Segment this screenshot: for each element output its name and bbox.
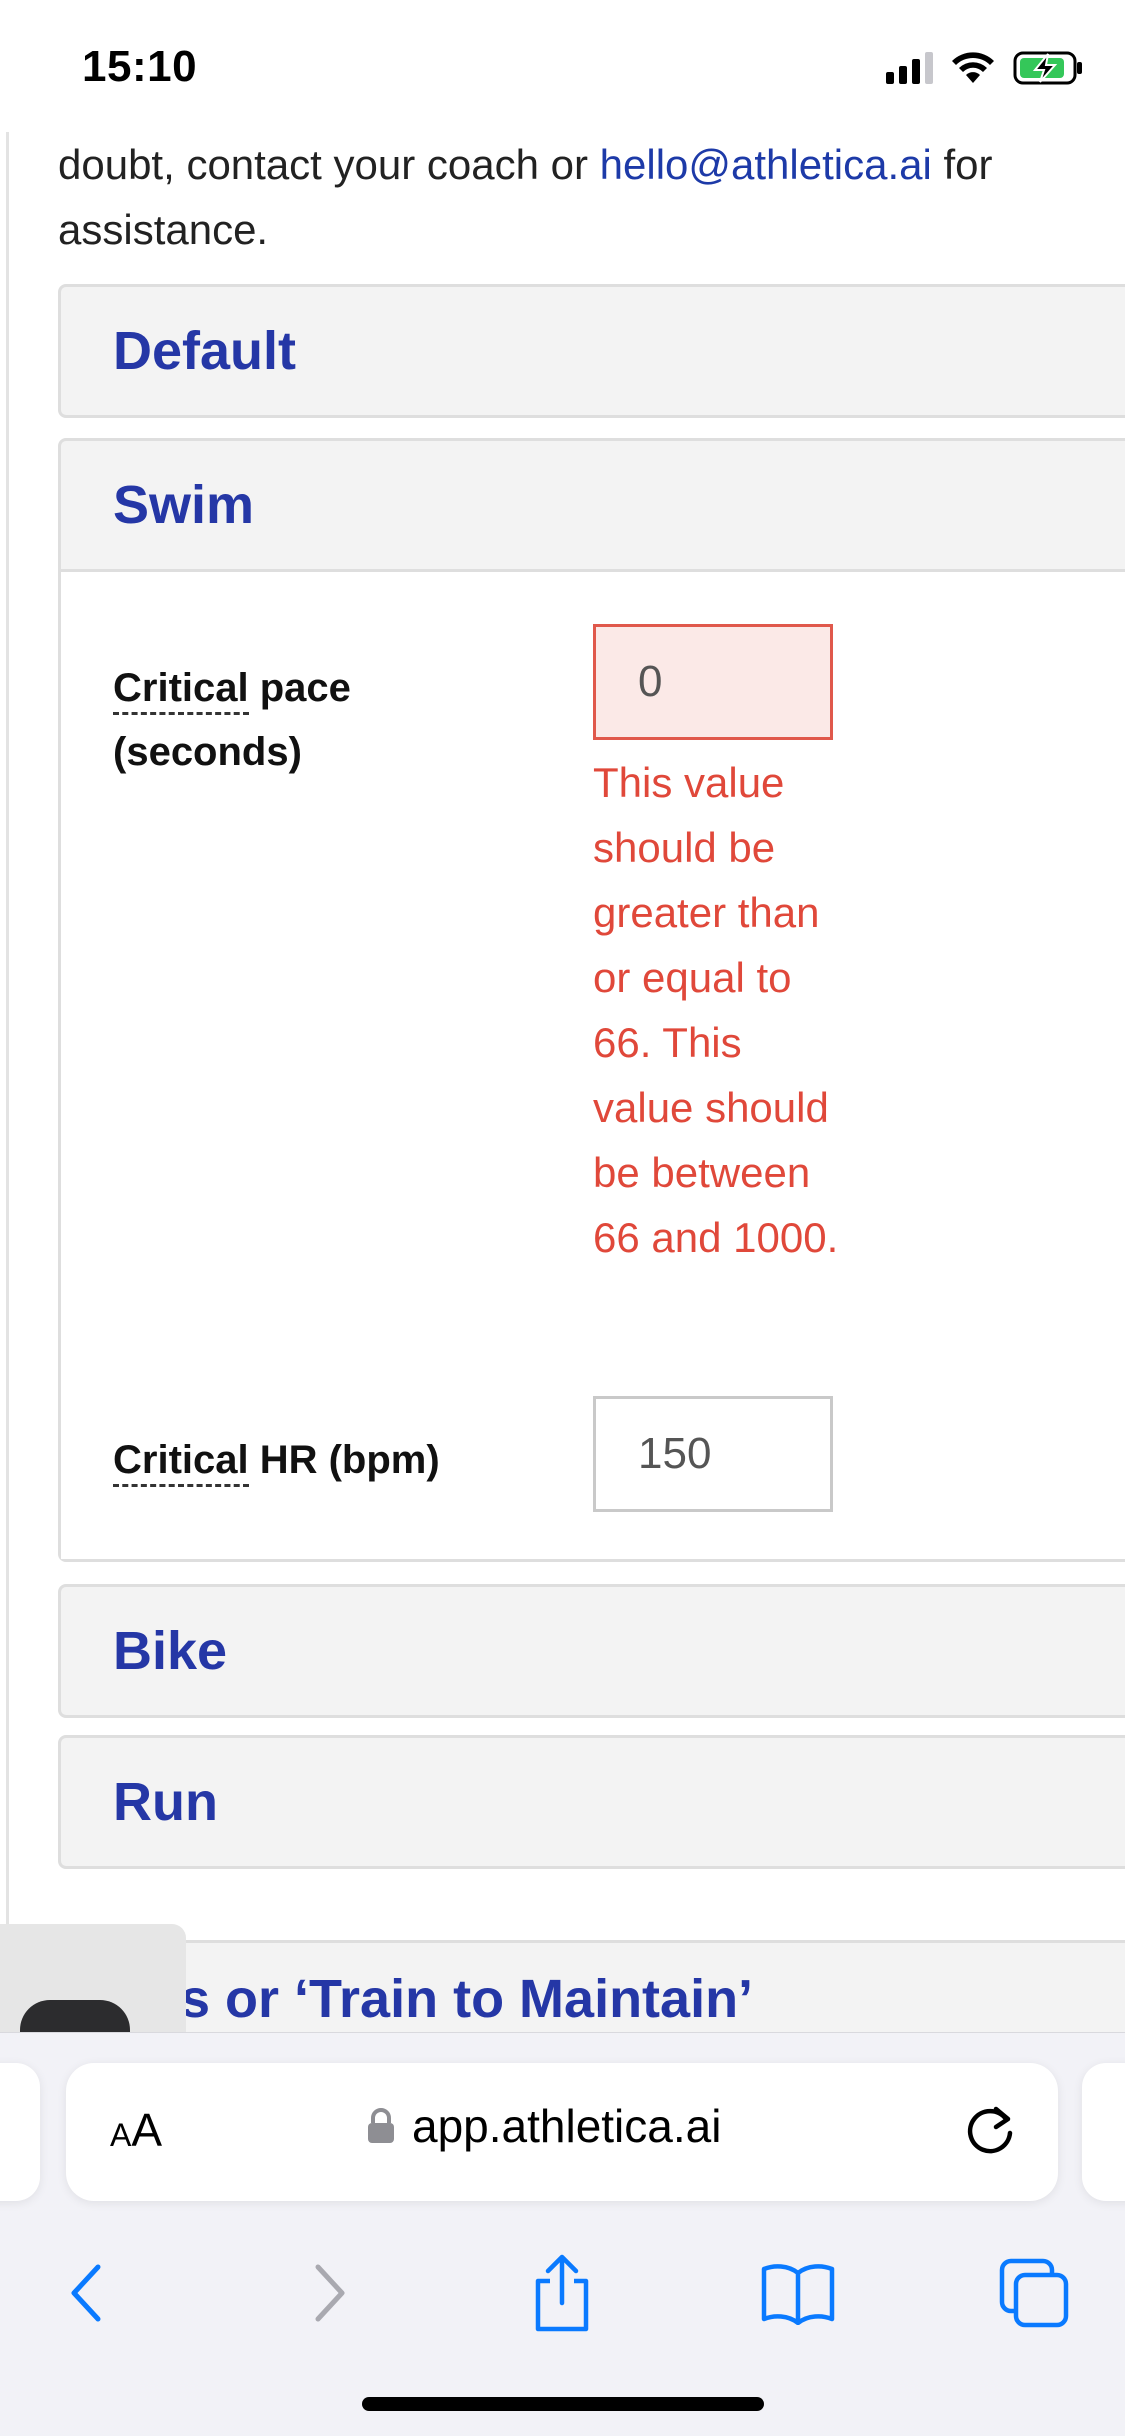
reload-icon[interactable]: [958, 2099, 1022, 2163]
critical-abbr: Critical: [113, 666, 249, 715]
share-icon: [535, 2254, 589, 2332]
panel-bike[interactable]: Bike: [58, 1584, 1125, 1718]
lock-icon: [368, 2108, 394, 2143]
critical-pace-error: This value should be greater than or equ…: [593, 759, 839, 1261]
panel-run-title[interactable]: Run: [61, 1738, 1125, 1866]
browser-toolbar: [0, 2233, 1125, 2353]
intro-text-before: doubt, contact your coach or: [58, 141, 600, 188]
wifi-icon: [952, 52, 994, 83]
panel-swim-body: Critical pace (seconds) 0 This value sho…: [61, 569, 1125, 1559]
next-tab-preview[interactable]: [1082, 2063, 1125, 2201]
critical-abbr: Critical: [113, 1438, 249, 1487]
aa-small: A: [110, 2117, 132, 2153]
web-page: doubt, contact your coach or hello@athle…: [0, 132, 1125, 2032]
previous-tab-preview[interactable]: [0, 2063, 40, 2201]
page-settings-button[interactable]: AA: [110, 2103, 162, 2157]
critical-hr-label-rest: HR (bpm): [248, 1438, 440, 1482]
forward-icon: [315, 2264, 345, 2322]
critical-hr-label: Critical HR (bpm): [113, 1428, 533, 1492]
panel-swim: Swim Critical pace (seconds) 0 This valu…: [58, 438, 1125, 1562]
back-button[interactable]: [46, 2253, 126, 2333]
critical-hr-input[interactable]: 150: [593, 1396, 833, 1512]
tabs-button[interactable]: [994, 2253, 1074, 2333]
forward-button[interactable]: [290, 2253, 370, 2333]
browser-chrome: AA app.athletica.ai: [0, 2032, 1125, 2436]
panel-run[interactable]: Run: [58, 1735, 1125, 1869]
panel-swim-title[interactable]: Swim: [61, 441, 1125, 569]
bookmarks-button[interactable]: [758, 2253, 838, 2333]
overlay-pill[interactable]: [20, 2000, 130, 2032]
bookmarks-icon: [761, 2264, 835, 2325]
status-bar: 15:10: [0, 0, 1125, 132]
panel-bike-title[interactable]: Bike: [61, 1587, 1125, 1715]
url-display[interactable]: app.athletica.ai: [366, 2099, 721, 2153]
signal-icon: [886, 52, 933, 84]
share-button[interactable]: [522, 2253, 602, 2333]
aa-large: A: [131, 2104, 163, 2156]
support-email-link[interactable]: hello@athletica.ai: [600, 141, 932, 188]
critical-pace-input[interactable]: 0: [593, 624, 833, 740]
status-time: 15:10: [82, 42, 198, 91]
intro-text: doubt, contact your coach or hello@athle…: [58, 132, 1098, 262]
status-icons: [886, 48, 1085, 88]
tabs-icon: [999, 2258, 1069, 2328]
next-section-title[interactable]: s or ‘Train to Maintain’: [180, 1968, 753, 2030]
back-icon: [71, 2264, 101, 2322]
panel-default[interactable]: Default: [58, 284, 1125, 418]
url-text: app.athletica.ai: [412, 2100, 722, 2152]
address-bar[interactable]: AA app.athletica.ai: [66, 2063, 1058, 2201]
home-indicator: [362, 2397, 764, 2411]
panel-default-title[interactable]: Default: [61, 287, 1125, 415]
critical-pace-label: Critical pace (seconds): [113, 656, 533, 784]
battery-charging-icon: [1013, 51, 1082, 85]
